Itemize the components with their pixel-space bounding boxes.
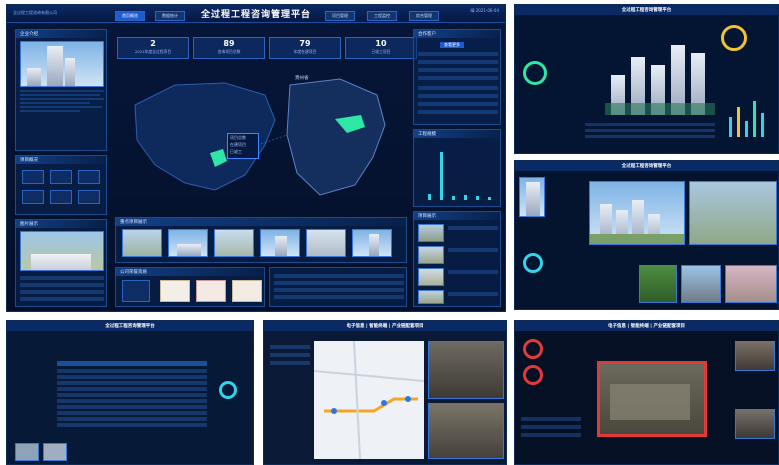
- project-thumb-6[interactable]: [352, 229, 392, 257]
- stat-total-projects: 89 咨询项目总数: [193, 37, 265, 59]
- project-thumb-2[interactable]: [168, 229, 208, 257]
- view-more-button[interactable]: 查看更多: [440, 42, 464, 48]
- certificate-3[interactable]: [196, 280, 226, 302]
- br-gauge-1: [523, 339, 543, 359]
- key-projects-panel: 重点项目展示: [115, 217, 407, 263]
- bim-3d-dashboard: 全过程工程咨询管理平台: [514, 4, 779, 154]
- honors-panel: 公司荣誉资质: [115, 267, 265, 307]
- bl-title: 全过程工程咨询管理平台: [105, 324, 155, 329]
- nav-admin[interactable]: 综合管理: [409, 11, 439, 21]
- mr-photo-road[interactable]: [681, 265, 721, 303]
- bm-title: 电子信息 | 智能终端 | 产业链配套项目: [346, 324, 424, 329]
- stat-in-progress: 79 年度在建项目: [269, 37, 341, 59]
- stat-completed: 10 已竣工项目: [345, 37, 417, 59]
- company-building-image: [20, 41, 104, 87]
- tr-bar-chart: [727, 67, 773, 137]
- br-site-3d-view[interactable]: [597, 361, 707, 437]
- map-tooltip: 项目总数 在建项目 已竣工: [227, 133, 259, 159]
- mr-photo-site[interactable]: [725, 265, 777, 303]
- certificate-2[interactable]: [160, 280, 190, 302]
- clients-panel: 合作客户 查看更多: [413, 29, 501, 125]
- project-thumb-4[interactable]: [260, 229, 300, 257]
- data-table-dashboard: 全过程工程咨询管理平台: [6, 320, 254, 465]
- showcase-thumb-2[interactable]: [418, 246, 444, 264]
- screenshot-collage: 全过程工程咨询有限公司 首页概览 数据统计 全过程工程咨询管理平台 项目管理 工…: [0, 0, 779, 465]
- site-monitor-dashboard: 电子信息 | 智能终端 | 产业链配套项目: [514, 320, 779, 465]
- certificate-4[interactable]: [232, 280, 262, 302]
- scale-chart-panel: 工程规模: [413, 129, 501, 207]
- project-overview-title: 项目概况: [20, 158, 38, 163]
- project-thumb-1[interactable]: [122, 229, 162, 257]
- clients-title: 合作客户: [418, 32, 436, 37]
- header-bar: 全过程工程咨询有限公司 首页概览 数据统计 全过程工程咨询管理平台 项目管理 工…: [7, 5, 505, 23]
- project-showcase-title: 项目展示: [418, 214, 436, 219]
- tr-gauge-right: [721, 25, 747, 51]
- showcase-thumb-1[interactable]: [418, 224, 444, 242]
- scale-bar-chart: [422, 144, 494, 200]
- mr-title: 全过程工程咨询管理平台: [621, 164, 672, 169]
- showcase-thumb-3[interactable]: [418, 268, 444, 286]
- certificate-1[interactable]: [122, 280, 150, 302]
- project-thumb-5[interactable]: [306, 229, 346, 257]
- image-gallery-panel: 图片展示: [15, 219, 107, 307]
- nav-stats[interactable]: 数据统计: [155, 11, 185, 21]
- company-logo: 全过程工程咨询有限公司: [13, 10, 57, 15]
- news-list-panel: [269, 267, 407, 307]
- bm-camera-2[interactable]: [428, 403, 504, 459]
- project-overview-panel: 项目概况: [15, 155, 107, 215]
- mr-photo-main[interactable]: [589, 181, 685, 245]
- mr-photo-aerial[interactable]: [689, 181, 777, 245]
- tr-gauge-left: [523, 61, 547, 85]
- bl-thumb-1[interactable]: [15, 443, 39, 461]
- gallery-aerial-image[interactable]: [20, 231, 104, 271]
- bm-camera-1[interactable]: [428, 341, 504, 399]
- bl-table-header: [57, 361, 207, 366]
- bm-street-map[interactable]: [313, 340, 425, 460]
- mr-photo-tower[interactable]: [519, 177, 545, 217]
- company-intro-panel: 企业介绍: [15, 29, 107, 151]
- map-camera-dashboard: 电子信息 | 智能终端 | 产业链配套项目: [263, 320, 507, 465]
- image-gallery-title: 图片展示: [20, 222, 38, 227]
- stat-annual-projects: 2 2021年度全过程项目: [117, 37, 189, 59]
- br-camera-1[interactable]: [735, 341, 775, 371]
- key-projects-title: 重点项目展示: [120, 220, 147, 225]
- province-label: 贵州省: [295, 76, 309, 81]
- nav-monitor[interactable]: 工程监控: [367, 11, 397, 21]
- nav-home[interactable]: 首页概览: [115, 11, 145, 21]
- br-camera-2[interactable]: [735, 409, 775, 439]
- datetime: 晴 2021-06-04: [470, 8, 499, 13]
- scale-chart-title: 工程规模: [418, 132, 436, 137]
- main-dashboard: 全过程工程咨询有限公司 首页概览 数据统计 全过程工程咨询管理平台 项目管理 工…: [6, 4, 506, 312]
- page-title: 全过程工程咨询管理平台: [200, 10, 312, 20]
- bl-thumb-2[interactable]: [43, 443, 67, 461]
- china-map[interactable]: [115, 65, 415, 213]
- br-title: 电子信息 | 智能终端 | 产业链配套项目: [607, 324, 686, 329]
- project-showcase-panel: 项目展示: [413, 211, 501, 307]
- mr-photo-green[interactable]: [639, 265, 677, 303]
- map-area[interactable]: 贵州省 项目总数 在建项目 已竣工: [115, 65, 415, 213]
- project-photos-dashboard: 全过程工程咨询管理平台: [514, 160, 779, 310]
- tr-3d-buildings[interactable]: [605, 25, 715, 115]
- showcase-thumb-4[interactable]: [418, 290, 444, 304]
- company-intro-text: [20, 90, 104, 112]
- bl-gauge: [219, 381, 237, 399]
- br-gauge-2: [523, 365, 543, 385]
- nav-projects[interactable]: 项目管理: [325, 11, 355, 21]
- project-thumb-3[interactable]: [214, 229, 254, 257]
- honors-title: 公司荣誉资质: [120, 270, 147, 275]
- company-intro-title: 企业介绍: [20, 32, 38, 37]
- mr-gauge: [523, 253, 543, 273]
- tr-title: 全过程工程咨询管理平台: [621, 8, 672, 13]
